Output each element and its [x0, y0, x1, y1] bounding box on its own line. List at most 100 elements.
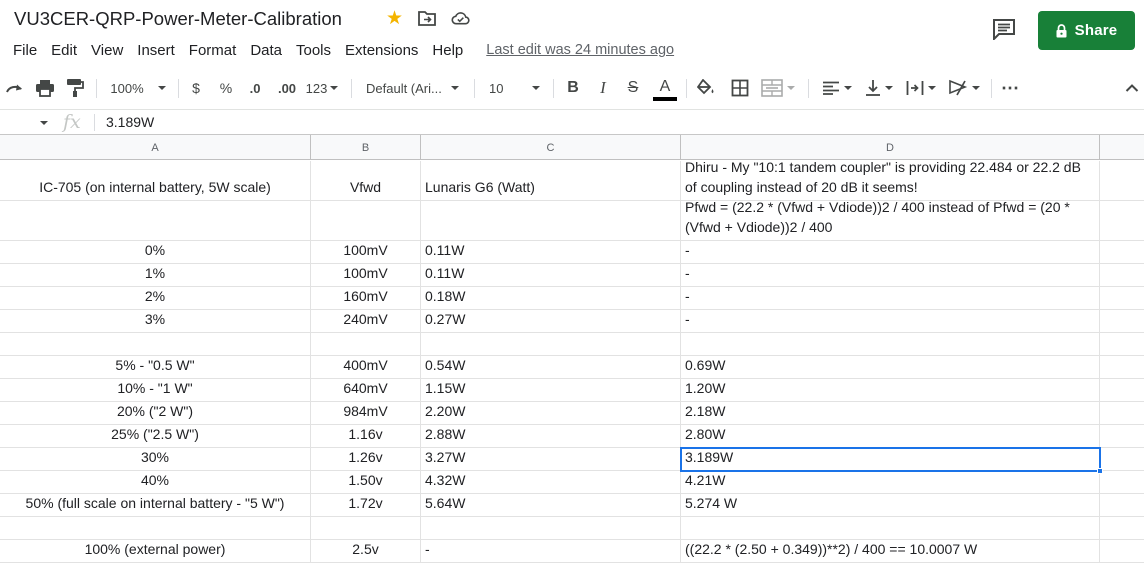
text-color-button[interactable]: A [652, 70, 678, 106]
cell-d[interactable]: 0.69W [681, 356, 1100, 378]
share-button[interactable]: Share [1038, 11, 1135, 50]
font-size-select[interactable]: 10 [484, 70, 546, 106]
cell-b[interactable]: 1.26v [311, 448, 421, 470]
comment-history-icon[interactable] [992, 18, 1016, 40]
cell-c[interactable] [421, 333, 681, 355]
column-header-b[interactable]: B [311, 135, 421, 160]
cell-c[interactable]: 0.27W [421, 310, 681, 332]
cell-d[interactable]: Dhiru - My "10:1 tandem coupler" is prov… [681, 161, 1100, 200]
redo-icon[interactable] [3, 70, 27, 106]
cell-d[interactable]: - [681, 287, 1100, 309]
cell-d[interactable]: ((22.2 * (2.50 + 0.349))**2) / 400 == 10… [681, 540, 1100, 562]
cloud-saved-icon[interactable] [451, 10, 470, 26]
cell-c[interactable]: 1.15W [421, 379, 681, 401]
percent-format-button[interactable]: % [215, 70, 237, 106]
cell-d[interactable]: 4.21W [681, 471, 1100, 493]
menu-view[interactable]: View [84, 40, 130, 61]
cell-a[interactable]: 0% [0, 241, 311, 263]
paint-format-icon[interactable] [63, 70, 87, 106]
cell-b[interactable]: 160mV [311, 287, 421, 309]
cell-a[interactable]: 2% [0, 287, 311, 309]
cell-a[interactable]: 20% ("2 W") [0, 402, 311, 424]
merge-cells-icon[interactable] [758, 70, 798, 106]
italic-button[interactable]: I [592, 70, 614, 106]
cell-d[interactable]: 1.20W [681, 379, 1100, 401]
cell-a[interactable]: 1% [0, 264, 311, 286]
menu-insert[interactable]: Insert [130, 40, 182, 61]
cell-c[interactable]: 4.32W [421, 471, 681, 493]
cell-b[interactable] [311, 517, 421, 539]
column-header-a[interactable]: A [0, 135, 311, 160]
star-icon[interactable]: ★ [386, 8, 403, 30]
cell-d[interactable]: - [681, 310, 1100, 332]
cell-b[interactable]: 1.50v [311, 471, 421, 493]
vertical-align-icon[interactable] [860, 70, 898, 106]
column-header-d[interactable]: D [681, 135, 1100, 160]
print-icon[interactable] [33, 70, 57, 106]
menu-tools[interactable]: Tools [289, 40, 338, 61]
fill-handle[interactable] [1097, 468, 1103, 474]
cell-a[interactable]: IC-705 (on internal battery, 5W scale) [0, 161, 311, 200]
cell-b[interactable]: 100mV [311, 241, 421, 263]
zoom-select[interactable]: 100% [105, 70, 171, 106]
name-box-dropdown-icon[interactable] [40, 121, 48, 125]
cell-d[interactable]: 2.80W [681, 425, 1100, 447]
document-title[interactable]: VU3CER-QRP-Power-Meter-Calibration [14, 8, 342, 30]
cell-b[interactable]: 240mV [311, 310, 421, 332]
cell-b[interactable] [311, 333, 421, 355]
strikethrough-button[interactable]: S [622, 70, 644, 106]
cell-c[interactable]: 0.54W [421, 356, 681, 378]
cell-d[interactable] [681, 333, 1100, 355]
cell-b[interactable]: 640mV [311, 379, 421, 401]
cell-a[interactable]: 40% [0, 471, 311, 493]
cell-a[interactable]: 3% [0, 310, 311, 332]
move-to-folder-icon[interactable] [418, 10, 436, 26]
borders-icon[interactable] [728, 70, 752, 106]
cell-a[interactable]: 10% - "1 W" [0, 379, 311, 401]
menu-edit[interactable]: Edit [44, 40, 84, 61]
cell-c[interactable] [421, 201, 681, 240]
cell-d[interactable]: 5.274 W [681, 494, 1100, 516]
column-header-c[interactable]: C [421, 135, 681, 160]
menu-format[interactable]: Format [182, 40, 244, 61]
cell-c[interactable]: 2.88W [421, 425, 681, 447]
decrease-decimal-button[interactable]: .0 [243, 70, 267, 106]
more-formats-button[interactable]: 123 [303, 70, 341, 106]
cell-a[interactable]: 100% (external power) [0, 540, 311, 562]
fill-color-icon[interactable] [694, 70, 718, 106]
cell-a[interactable]: 5% - "0.5 W" [0, 356, 311, 378]
cell-d[interactable]: 2.18W [681, 402, 1100, 424]
cell-a[interactable]: 50% (full scale on internal battery - "5… [0, 494, 311, 516]
cell-c[interactable]: 0.18W [421, 287, 681, 309]
formula-input[interactable]: 3.189W [106, 114, 154, 130]
cell-b[interactable] [311, 201, 421, 240]
cell-b[interactable]: 984mV [311, 402, 421, 424]
cell-d[interactable]: - [681, 264, 1100, 286]
cell-c[interactable]: 3.27W [421, 448, 681, 470]
cell-c[interactable]: 0.11W [421, 264, 681, 286]
currency-format-button[interactable]: $ [186, 70, 206, 106]
cell-c[interactable]: 5.64W [421, 494, 681, 516]
text-rotation-icon[interactable] [944, 70, 984, 106]
text-wrapping-icon[interactable] [902, 70, 940, 106]
font-family-select[interactable]: Default (Ari... [362, 70, 466, 106]
cell-b[interactable]: 100mV [311, 264, 421, 286]
cell-d[interactable] [681, 517, 1100, 539]
increase-decimal-button[interactable]: .00 [274, 70, 300, 106]
menu-file[interactable]: File [6, 40, 44, 61]
menu-extensions[interactable]: Extensions [338, 40, 425, 61]
cell-c[interactable] [421, 517, 681, 539]
cell-d[interactable]: - [681, 241, 1100, 263]
cell-c[interactable]: Lunaris G6 (Watt) [421, 161, 681, 200]
cell-a[interactable]: 25% ("2.5 W") [0, 425, 311, 447]
cell-d[interactable]: 3.189W [681, 448, 1100, 470]
last-edit-link[interactable]: Last edit was 24 minutes ago [486, 42, 674, 58]
cell-b[interactable]: Vfwd [311, 161, 421, 200]
cell-c[interactable]: 2.20W [421, 402, 681, 424]
menu-data[interactable]: Data [243, 40, 289, 61]
cell-a[interactable]: 30% [0, 448, 311, 470]
spreadsheet-grid[interactable]: A B C D IC-705 (on internal battery, 5W … [0, 135, 1144, 577]
cell-b[interactable]: 2.5v [311, 540, 421, 562]
cell-c[interactable]: - [421, 540, 681, 562]
cell-b[interactable]: 1.72v [311, 494, 421, 516]
